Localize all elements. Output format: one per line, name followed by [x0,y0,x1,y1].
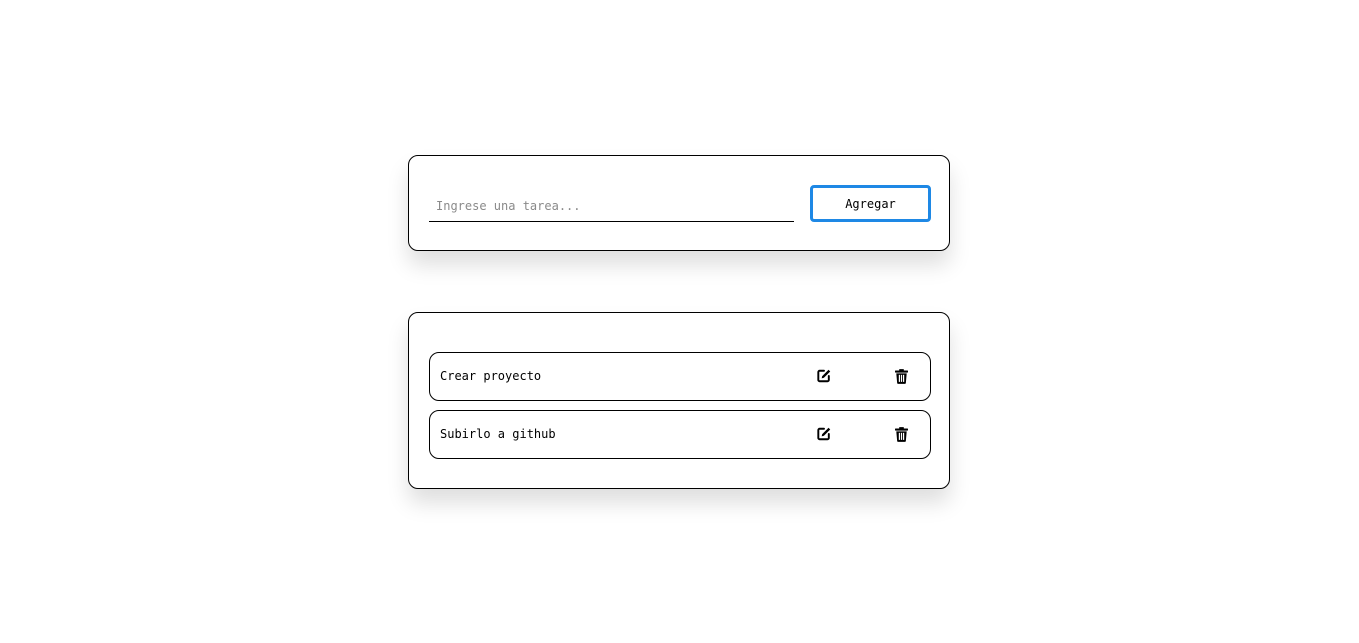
trash-icon[interactable] [892,367,910,385]
task-list-card: Crear proyecto Subirlo a github [408,312,950,489]
trash-icon[interactable] [892,425,910,443]
task-input[interactable] [429,190,794,222]
task-form-card: Agregar [408,155,950,251]
edit-icon[interactable] [815,425,833,443]
task-label: Subirlo a github [440,427,556,441]
task-item: Subirlo a github [429,410,931,459]
task-label: Crear proyecto [440,369,542,383]
add-task-button[interactable]: Agregar [810,185,931,222]
task-item: Crear proyecto [429,352,931,401]
edit-icon[interactable] [815,367,833,385]
